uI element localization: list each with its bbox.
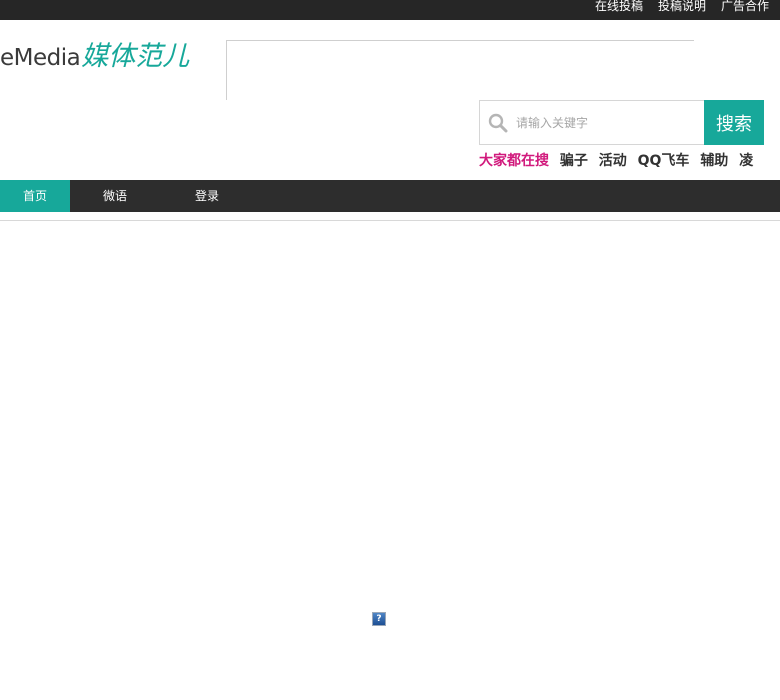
hot-search-item[interactable]: QQ飞车 [638, 153, 690, 169]
logo-text-cn: 媒体范儿 [81, 41, 190, 72]
main-nav: 首页 微语 登录 [0, 180, 780, 212]
broken-image-icon: ? [372, 612, 386, 626]
nav-item-home[interactable]: 首页 [0, 180, 70, 212]
ad-banner-area [226, 40, 694, 100]
top-link-submit-online[interactable]: 在线投稿 [595, 0, 643, 14]
search-box [479, 100, 704, 145]
hot-searches-label: 大家都在搜 [479, 153, 549, 169]
hot-searches: 大家都在搜 骗子 活动 QQ飞车 辅助 凌 [479, 151, 767, 173]
nav-item-login[interactable]: 登录 [172, 180, 242, 212]
top-link-submission-guide[interactable]: 投稿说明 [658, 0, 706, 14]
top-links: 在线投稿 投稿说明 广告合作 [595, 0, 769, 14]
content-divider [0, 220, 780, 221]
hot-search-item[interactable]: 骗子 [560, 153, 588, 169]
hot-search-item[interactable]: 辅助 [700, 153, 728, 169]
search-icon [480, 100, 516, 145]
top-link-advertising[interactable]: 广告合作 [721, 0, 769, 14]
search-input[interactable] [516, 115, 696, 130]
logo-text-en: eMedia [0, 45, 81, 71]
hot-search-item[interactable]: 活动 [599, 153, 627, 169]
site-logo[interactable]: eMedia 媒体范儿 [0, 34, 190, 72]
search-bar: 搜索 [479, 100, 764, 145]
top-bar: 在线投稿 投稿说明 广告合作 [0, 0, 780, 20]
hot-search-item[interactable]: 凌 [739, 153, 753, 169]
search-button[interactable]: 搜索 [704, 100, 764, 145]
nav-item-microblog[interactable]: 微语 [80, 180, 150, 212]
